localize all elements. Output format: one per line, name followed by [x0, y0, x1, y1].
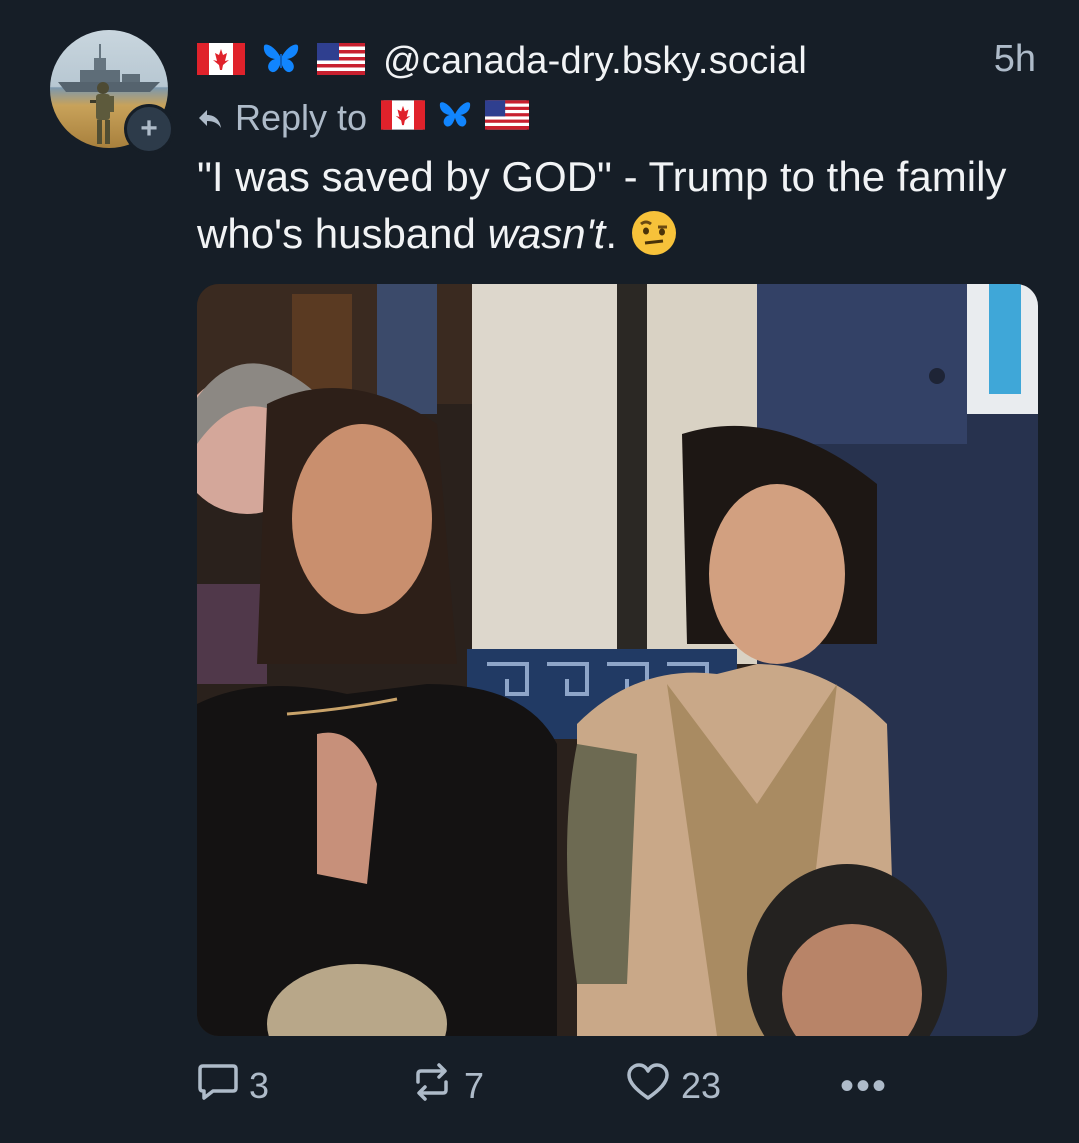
us-flag-icon	[317, 42, 365, 80]
repost-count: 7	[464, 1065, 485, 1106]
reply-to-label: Reply to	[235, 97, 368, 138]
reply-button[interactable]: 3	[197, 1058, 269, 1114]
canada-flag-icon	[197, 42, 245, 80]
post-text-italic: wasn't	[487, 210, 606, 257]
post-timestamp[interactable]: 5h	[994, 38, 1036, 81]
comment-icon	[197, 1062, 249, 1111]
post-text: "I was saved by GOD" - Trump to the fami…	[197, 148, 1027, 270]
like-count: 23	[681, 1065, 722, 1106]
reply-count: 3	[249, 1065, 270, 1106]
post-image[interactable]	[197, 284, 1038, 1036]
raised-eyebrow-emoji-icon	[631, 210, 677, 270]
like-button[interactable]: 23	[625, 1058, 721, 1114]
butterfly-icon	[261, 42, 301, 81]
follow-plus-icon[interactable]: +	[124, 104, 174, 154]
more-dots-icon: •••	[840, 1063, 889, 1108]
author-handle[interactable]: @canada-dry.bsky.social	[383, 40, 807, 83]
us-flag-icon	[485, 97, 530, 139]
repost-icon	[410, 1062, 464, 1111]
butterfly-icon	[437, 97, 473, 139]
post-header: @canada-dry.bsky.social 5h	[197, 38, 1042, 84]
post-text-end: .	[605, 210, 617, 257]
post-card[interactable]: + @canada-dry.bsky.social 5h Reply to "I…	[0, 0, 1079, 1143]
heart-icon	[625, 1062, 681, 1111]
repost-button[interactable]: 7	[410, 1058, 484, 1114]
post-actions: 3 7 23 •••	[197, 1058, 897, 1114]
reply-arrow-icon	[197, 97, 223, 139]
canada-flag-icon	[381, 97, 426, 139]
more-options-button[interactable]: •••	[840, 1058, 888, 1114]
reply-to-line[interactable]: Reply to	[197, 95, 541, 141]
